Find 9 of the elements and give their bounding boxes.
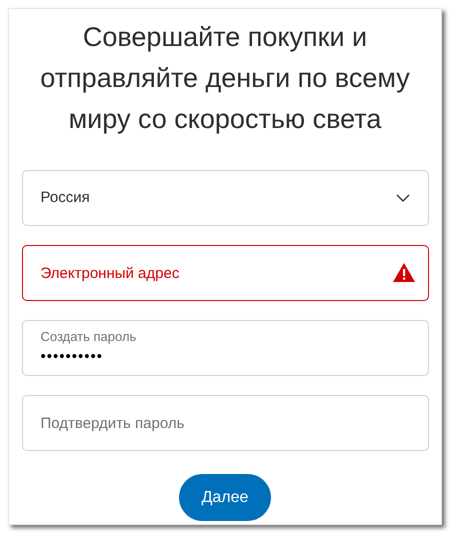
password-value: •••••••••• — [40, 347, 104, 367]
chevron-down-icon — [396, 194, 410, 202]
heading: Совершайте покупки и отправляйте деньги по всему миру со скоростью света — [39, 21, 411, 136]
input-field[interactable]: Создать пароль •••••••••• — [22, 320, 428, 376]
field-label: Создать пароль — [40, 329, 138, 345]
country-dropdown[interactable]: Россия — [22, 170, 428, 226]
next-button[interactable]: Далее — [179, 474, 271, 521]
warning-icon — [392, 263, 414, 282]
input-field[interactable]: Электронный адрес — [22, 245, 428, 301]
